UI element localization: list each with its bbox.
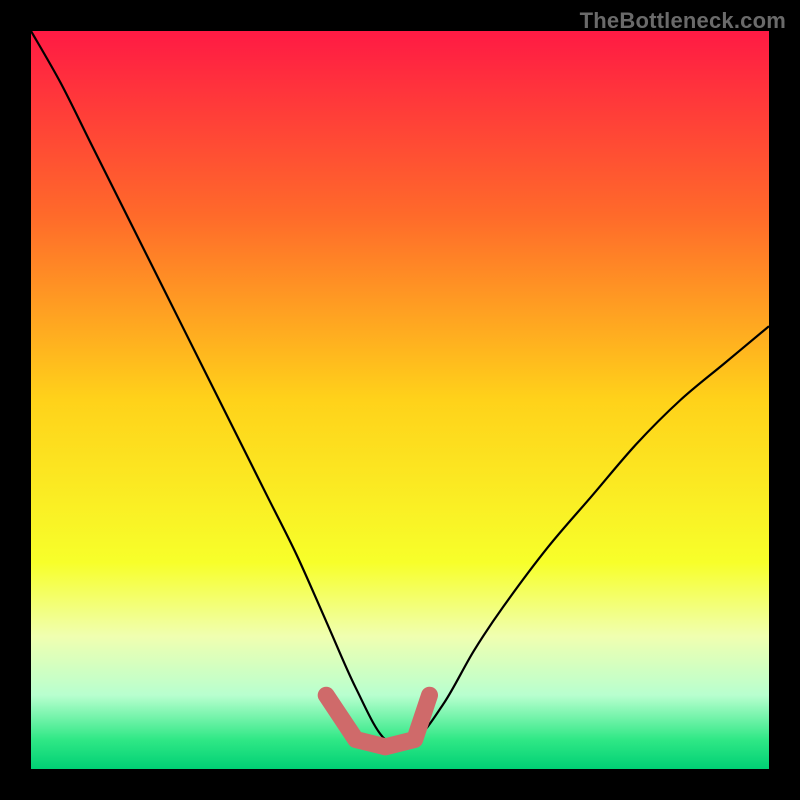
plot-background xyxy=(31,31,769,769)
outer-frame: { "watermark": "TheBottleneck.com", "col… xyxy=(0,0,800,800)
bottleneck-chart xyxy=(0,0,800,800)
watermark: TheBottleneck.com xyxy=(580,8,786,34)
